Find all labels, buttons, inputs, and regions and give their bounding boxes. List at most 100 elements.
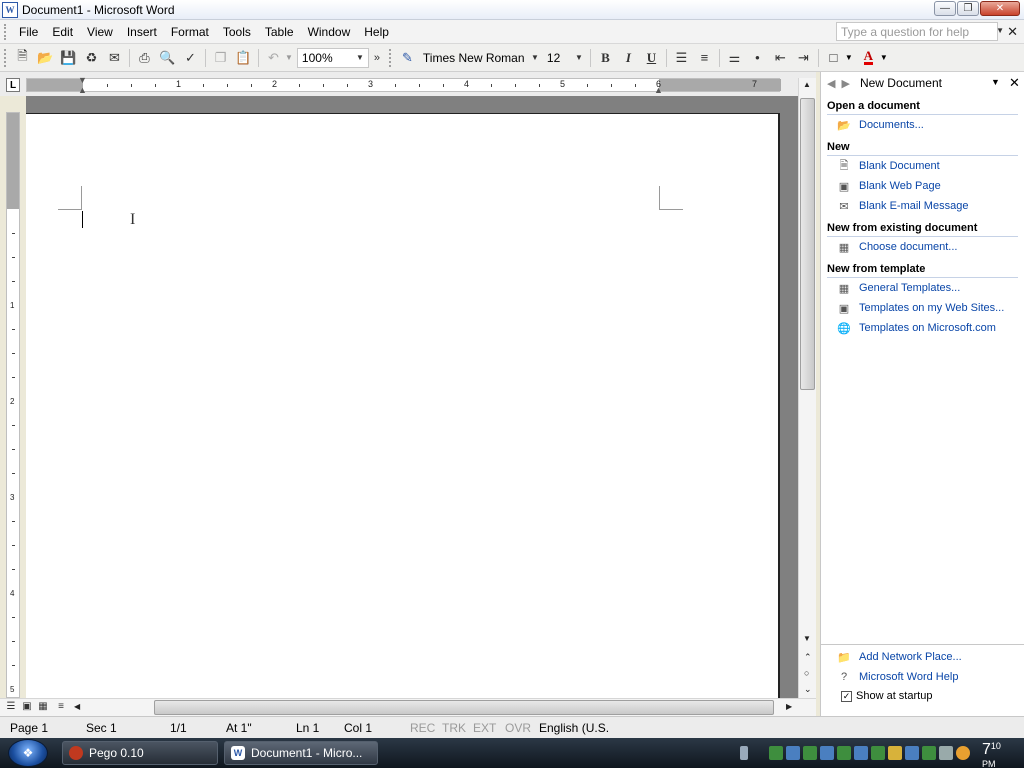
decrease-indent-icon[interactable]: ⇤ — [769, 47, 792, 69]
forward-arrow-icon[interactable]: ▶ — [841, 77, 849, 90]
horizontal-scrollbar[interactable]: ☰ ▣ ▦ ≡ ◀ ▶ — [0, 698, 816, 716]
normal-view-icon[interactable]: ☰ — [4, 701, 18, 714]
menu-help[interactable]: Help — [357, 25, 396, 39]
security-shield-icon[interactable] — [888, 746, 902, 760]
network-icon[interactable] — [769, 746, 783, 760]
underline-button[interactable]: U — [640, 47, 663, 69]
undo-icon[interactable]: ↶ — [262, 47, 285, 69]
web-layout-view-icon[interactable]: ▣ — [20, 701, 34, 714]
italic-button[interactable]: I — [617, 47, 640, 69]
font-color-dropdown-arrow[interactable]: ▼ — [880, 53, 888, 62]
status-trk[interactable]: TRK — [442, 721, 466, 735]
borders-icon[interactable]: □ — [822, 47, 845, 69]
tray-app-icon[interactable] — [820, 746, 834, 760]
font-size-combo[interactable]: 12 ▼ — [543, 48, 587, 68]
taskbar-button-pego[interactable]: Pego 0.10 — [62, 741, 218, 765]
network-icon[interactable] — [803, 746, 817, 760]
menu-table[interactable]: Table — [258, 25, 301, 39]
link-web-site-templates[interactable]: ▣ Templates on my Web Sites... — [821, 298, 1024, 318]
link-blank-email[interactable]: ✉ Blank E-mail Message — [821, 196, 1024, 216]
menubar-grip[interactable] — [4, 23, 8, 40]
help-dropdown-arrow[interactable]: ▼ — [996, 26, 1004, 35]
first-line-indent-marker[interactable]: ▼ — [78, 75, 87, 85]
bold-button[interactable]: B — [594, 47, 617, 69]
previous-page-icon[interactable]: ⌃ — [804, 652, 812, 663]
language-bar-icon[interactable] — [740, 746, 748, 760]
link-choose-document[interactable]: ▦ Choose document... — [821, 237, 1024, 257]
status-ext[interactable]: EXT — [473, 721, 496, 735]
spelling-icon[interactable]: ✓ — [179, 47, 202, 69]
font-color-icon[interactable]: A — [857, 47, 880, 69]
outline-view-icon[interactable]: ≡ — [54, 701, 68, 714]
link-documents[interactable]: 📂 Documents... — [821, 115, 1024, 135]
menu-tools[interactable]: Tools — [216, 25, 258, 39]
restore-button[interactable]: ❐ — [957, 1, 979, 16]
tab-selector[interactable]: L — [6, 78, 20, 92]
toolbar-grip[interactable] — [4, 48, 8, 67]
styles-formatting-icon[interactable]: ✎ — [396, 47, 419, 69]
tray-app-icon[interactable] — [786, 746, 800, 760]
toolbar-options-icon[interactable]: » — [369, 47, 385, 69]
numbering-icon[interactable]: ⚌ — [723, 47, 746, 69]
print-preview-icon[interactable]: 🔍 — [156, 47, 179, 69]
link-word-help[interactable]: ? Microsoft Word Help — [821, 667, 1024, 687]
menu-file[interactable]: File — [12, 25, 45, 39]
bullets-icon[interactable]: • — [746, 47, 769, 69]
minimize-button[interactable]: — — [934, 1, 956, 16]
right-indent-marker[interactable]: ▲ — [654, 85, 663, 95]
link-blank-web-page[interactable]: ▣ Blank Web Page — [821, 176, 1024, 196]
network-icon[interactable] — [837, 746, 851, 760]
next-page-icon[interactable]: ⌄ — [804, 684, 812, 695]
tray-app-icon[interactable] — [905, 746, 919, 760]
scroll-down-arrow[interactable]: ▼ — [803, 634, 811, 643]
permission-icon[interactable]: ♻ — [80, 47, 103, 69]
network-icon[interactable] — [922, 746, 936, 760]
print-layout-view-icon[interactable]: ▦ — [36, 701, 50, 714]
paste-icon[interactable]: 📋 — [232, 47, 255, 69]
tray-app-icon[interactable] — [854, 746, 868, 760]
increase-indent-icon[interactable]: ⇥ — [792, 47, 815, 69]
scroll-up-arrow[interactable]: ▲ — [803, 80, 811, 89]
new-document-icon[interactable]: 🗎 — [11, 47, 34, 69]
vertical-scrollbar[interactable]: ▲ ▼ ⌃ ○ ⌄ — [798, 78, 816, 698]
zoom-combo[interactable]: 100% ▼ — [296, 47, 369, 68]
print-icon[interactable]: ⎙ — [133, 47, 156, 69]
link-blank-document[interactable]: 🗎 Blank Document — [821, 156, 1024, 176]
align-center-icon[interactable]: ≡ — [693, 47, 716, 69]
menu-edit[interactable]: Edit — [45, 25, 80, 39]
copy-icon[interactable]: ❐ — [209, 47, 232, 69]
link-microsoft-templates[interactable]: 🌐 Templates on Microsoft.com — [821, 318, 1024, 338]
menu-window[interactable]: Window — [301, 25, 358, 39]
taskbar-button-word[interactable]: W Document1 - Micro... — [224, 741, 378, 765]
task-pane-menu-arrow[interactable]: ▼ — [991, 77, 1000, 87]
network-icon[interactable] — [871, 746, 885, 760]
link-general-templates[interactable]: ▦ General Templates... — [821, 278, 1024, 298]
horizontal-ruler[interactable]: 1 2 3 4 5 6 7 — [26, 78, 781, 92]
align-left-icon[interactable]: ☰ — [670, 47, 693, 69]
scroll-left-arrow[interactable]: ◀ — [74, 702, 80, 711]
task-pane-close-icon[interactable]: ✕ — [1009, 75, 1020, 91]
start-button[interactable]: ❖ — [8, 739, 48, 767]
vertical-scroll-thumb[interactable] — [800, 98, 815, 390]
document-page[interactable]: I — [26, 113, 780, 698]
select-browse-object-icon[interactable]: ○ — [804, 668, 809, 678]
email-icon[interactable]: ✉ — [103, 47, 126, 69]
horizontal-scroll-thumb[interactable] — [154, 700, 774, 715]
vertical-ruler[interactable]: 1 2 3 4 5 — [6, 112, 20, 698]
status-ovr[interactable]: OVR — [505, 721, 531, 735]
save-icon[interactable]: 💾 — [57, 47, 80, 69]
search-icon[interactable] — [956, 746, 970, 760]
borders-dropdown-arrow[interactable]: ▼ — [845, 53, 853, 62]
undo-dropdown-arrow[interactable]: ▼ — [285, 53, 293, 62]
close-document-button[interactable]: ✕ — [1007, 24, 1018, 40]
link-add-network-place[interactable]: 📁 Add Network Place... — [821, 647, 1024, 667]
show-at-startup-checkbox[interactable]: ✓ Show at startup — [821, 687, 1024, 705]
menu-format[interactable]: Format — [164, 25, 216, 39]
back-arrow-icon[interactable]: ◀ — [827, 77, 835, 90]
volume-icon[interactable] — [939, 746, 953, 760]
menu-insert[interactable]: Insert — [120, 25, 164, 39]
taskbar-clock[interactable]: 710 PM — [982, 741, 1001, 768]
word-app-icon[interactable]: W — [2, 1, 18, 18]
close-button[interactable]: ✕ — [980, 1, 1020, 16]
hanging-indent-marker[interactable]: ▲ — [78, 85, 87, 95]
